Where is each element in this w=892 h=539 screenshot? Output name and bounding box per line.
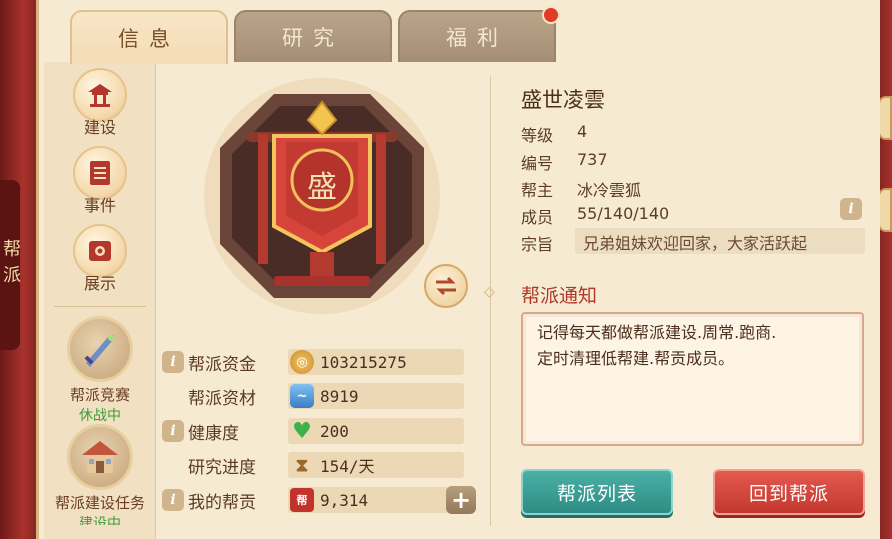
info-icon[interactable]: i (162, 351, 184, 373)
tab-welfare-label: 福利 (446, 26, 508, 50)
tab-info[interactable]: 信息 (70, 10, 228, 64)
nav-item-competition[interactable]: 帮派竞赛 休战中 (44, 316, 156, 425)
left-nav: 建设 事件 展示 帮派竞赛 休战中 帮派建设任务 建设中 (44, 62, 156, 539)
guild-members-row: 成员 55/140/140 (521, 204, 669, 228)
tab-welfare[interactable]: 福利 (398, 6, 560, 62)
nav-item-build-task[interactable]: 帮派建设任务 建设中 (44, 424, 156, 525)
notice-text-box[interactable]: 记得每天都做帮派建设.周常.跑商. 定时清理低帮建.帮贡成员。 (521, 312, 864, 446)
notice-line: 记得每天都做帮派建设.周常.跑商. (537, 323, 777, 342)
resource-row-contribution: i 我的帮贡 帮 9,314 (162, 486, 464, 514)
health-value-box: ♥ 200 (288, 418, 464, 444)
divider-ornament-icon: ◇ (484, 284, 495, 300)
guild-level-row: 等级 4 (521, 122, 587, 146)
nav-build-label: 建设 (83, 118, 116, 137)
contribution-value-box: 帮 9,314 (288, 487, 464, 513)
sword-icon (67, 316, 133, 382)
resource-row-health: i 健康度 ♥ 200 (162, 417, 464, 445)
material-icon: ~ (290, 384, 314, 408)
nav-item-display[interactable]: 展示 (44, 224, 156, 294)
research-label: 研究进度 (188, 457, 256, 478)
id-value: 737 (577, 150, 608, 169)
guild-id-row: 编号 737 (521, 150, 608, 174)
resource-row-research: 研究进度 ⧗ 154/天 (162, 451, 464, 479)
level-value: 4 (577, 122, 588, 141)
competition-status: 休战中 (79, 408, 121, 424)
motto-label: 宗旨 (521, 235, 554, 254)
info-icon[interactable]: i (840, 198, 862, 220)
nav-events-label: 事件 (83, 196, 116, 215)
return-to-guild-button[interactable]: 回到帮派 (713, 469, 865, 515)
funds-value: 103215275 (320, 352, 407, 372)
tab-research[interactable]: 研究 (234, 10, 392, 62)
gold-coin-icon: ◎ (290, 350, 314, 374)
leader-value: 冰冷雲狐 (577, 181, 642, 200)
house-icon (67, 424, 133, 490)
members-value: 55/140/140 (577, 204, 670, 223)
tab-bar: 信息 研究 福利 (70, 6, 560, 64)
contribution-badge-icon: 帮 (290, 488, 314, 512)
add-contribution-button[interactable]: + (446, 486, 476, 514)
tab-research-label: 研究 (282, 26, 344, 50)
tab-info-label: 信息 (118, 27, 180, 51)
level-label: 等级 (521, 126, 554, 145)
resource-row-materials: 帮派资材 ~ 8919 (162, 382, 464, 410)
nav-display-label: 展示 (83, 274, 116, 293)
swap-emblem-button[interactable] (424, 264, 468, 308)
contribution-value: 9,314 (320, 490, 369, 510)
guild-leader-row: 帮主 冰冷雲狐 (521, 177, 641, 201)
notice-line: 定时清理低帮建.帮贡成员。 (537, 349, 735, 368)
right-frame-knob (878, 188, 892, 232)
leader-label: 帮主 (521, 181, 554, 200)
guild-side-tab[interactable]: 帮派 (0, 180, 21, 350)
hourglass-icon: ⧗ (295, 454, 309, 476)
motto-text[interactable]: 兄弟姐妹欢迎回家，大家活跃起 (575, 228, 865, 254)
materials-value-box: ~ 8919 (288, 383, 464, 409)
nav-competition-label: 帮派竞赛 (69, 386, 130, 404)
info-icon[interactable]: i (162, 489, 184, 511)
nav-divider (54, 306, 146, 307)
research-value-box: ⧗ 154/天 (288, 452, 464, 478)
research-value: 154/天 (320, 457, 375, 476)
nav-item-events[interactable]: 事件 (44, 146, 156, 216)
emblem-character: 盛 (307, 170, 337, 205)
nav-build-task-label: 帮派建设任务 (54, 494, 145, 512)
notice-title: 帮派通知 (521, 285, 598, 307)
id-label: 编号 (521, 154, 554, 173)
funds-label: 帮派资金 (188, 354, 256, 375)
right-frame-knob (878, 96, 892, 140)
funds-value-box: ◎ 103215275 (288, 349, 464, 375)
materials-value: 8919 (320, 386, 359, 406)
guild-list-button[interactable]: 帮派列表 (521, 469, 673, 515)
guild-emblem: 盛 (202, 76, 442, 316)
health-value: 200 (320, 421, 349, 441)
guild-name: 盛世凌雲 (521, 88, 605, 112)
nav-item-build[interactable]: 建设 (44, 68, 156, 138)
health-heart-icon: ♥ (292, 418, 312, 444)
divider (490, 76, 491, 526)
health-label: 健康度 (188, 423, 239, 444)
contribution-label: 我的帮贡 (188, 492, 256, 513)
plus-icon: + (450, 486, 472, 514)
guild-motto-row: 宗旨 (521, 231, 577, 255)
info-icon[interactable]: i (162, 420, 184, 442)
notification-dot-icon (542, 6, 560, 24)
build-task-status: 建设中 (79, 516, 121, 525)
swap-arrows-icon (436, 276, 456, 296)
resource-row-funds: i 帮派资金 ◎ 103215275 (162, 348, 464, 376)
materials-label: 帮派资材 (188, 388, 256, 409)
members-label: 成员 (521, 208, 554, 227)
